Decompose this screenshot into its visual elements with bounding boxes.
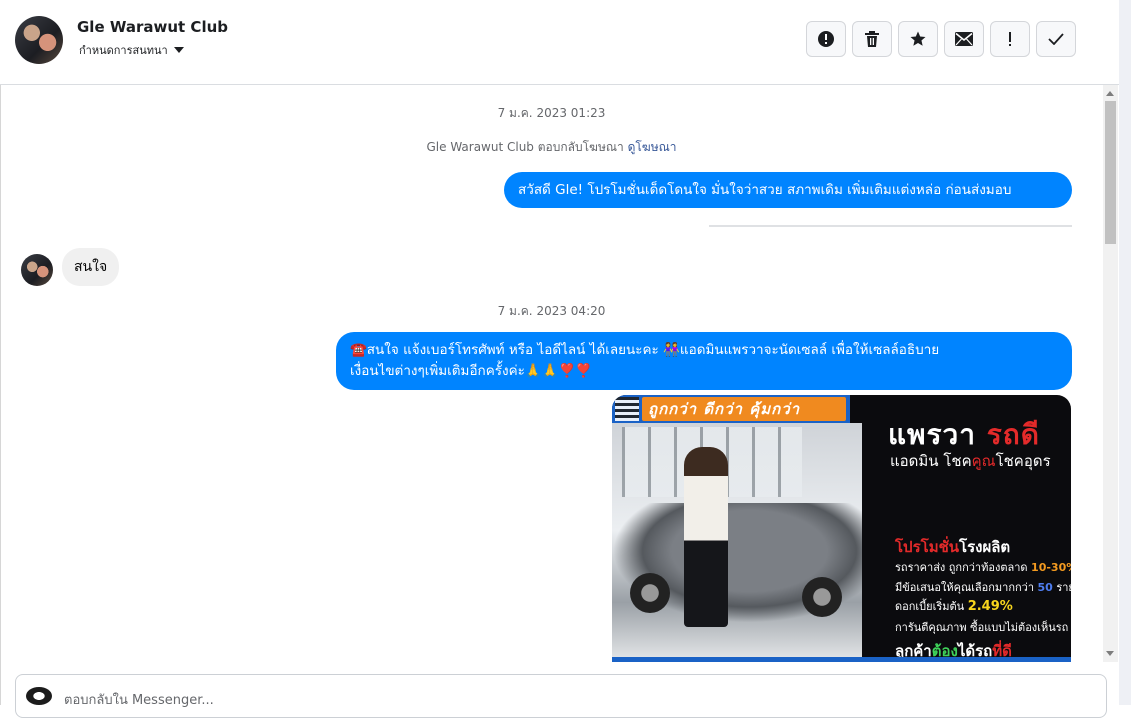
promo-top-banner: ถูกกว่า ดีกว่า คุ้มกว่า	[612, 395, 850, 423]
important-button[interactable]	[990, 21, 1030, 57]
heading-red: โปรโมชั่น	[895, 538, 960, 556]
promo-line: รถราคาส่ง ถูกกว่าท้องตลาด 10-30%	[895, 558, 1071, 576]
action-toolbar	[806, 21, 1076, 57]
wheel-shape	[802, 577, 842, 617]
exclamation-icon	[1009, 32, 1011, 46]
sub-white-2: โชคอุดร	[995, 452, 1051, 470]
exclamation-circle-icon	[818, 31, 834, 47]
incoming-message[interactable]: สนใจ	[62, 248, 120, 286]
promo-slogan: ถูกกว่า ดีกว่า คุ้มกว่า	[642, 397, 846, 421]
avatar[interactable]	[15, 16, 63, 64]
promo-highlight: 50	[1037, 581, 1053, 594]
promo-highlight: 2.49%	[967, 599, 1013, 614]
done-button[interactable]	[1036, 21, 1076, 57]
envelope-icon	[955, 32, 973, 46]
outgoing-message[interactable]: ☎️สนใจ แจ้งเบอร์โทรศัพท์ หรือ ไอดีไลน์ ไ…	[336, 332, 1072, 390]
caret-down-icon	[173, 47, 184, 53]
trash-icon	[865, 31, 879, 47]
message-line: เงื่อนไขต่างๆเพิ่มเติมอีกครั้งค่ะ🙏🙏❣️❣️	[350, 363, 593, 379]
sub-white: แอดมิน โชค	[890, 452, 972, 470]
delete-button[interactable]	[852, 21, 892, 57]
conversation-header: Gle Warawut Club กำหนดการสนทนา	[0, 0, 1119, 85]
promo-line: การันตีคุณภาพ ซื้อแบบไม่ต้องเห็นรถ	[895, 621, 1069, 634]
ad-reply-notice: Gle Warawut Club ตอบกลับโฆษณา ดูโฆษณา	[0, 138, 1103, 157]
star-icon	[910, 31, 926, 46]
brand-red: รถดี	[986, 418, 1040, 451]
spam-button[interactable]	[806, 21, 846, 57]
promo-line: ดอกเบี้ยเริ่มต้น 2.49%	[895, 597, 1013, 615]
promo-heading: โปรโมชั่นโรงผลิต	[895, 535, 1010, 559]
view-ad-link[interactable]: ดูโฆษณา	[628, 140, 677, 154]
page-edge	[1119, 0, 1131, 705]
wheel-shape	[630, 573, 670, 613]
sub-red: คูณ	[971, 452, 996, 470]
scroll-up-arrow-icon[interactable]	[1106, 91, 1114, 96]
reply-input[interactable]: ตอบกลับใน Messenger...	[15, 674, 1107, 718]
scroll-down-arrow-icon[interactable]	[1106, 651, 1114, 656]
sender-avatar[interactable]	[21, 254, 53, 286]
star-button[interactable]	[898, 21, 938, 57]
promo-highlight: 10-30%	[1031, 561, 1071, 574]
promo-line: มีข้อเสนอให้คุณเลือกมากกว่า 50 รายการ	[895, 578, 1071, 596]
conversation-settings-label: กำหนดการสนทนา	[79, 44, 168, 57]
reply-placeholder: ตอบกลับใน Messenger...	[64, 693, 214, 708]
qr-code-icon	[615, 397, 639, 421]
conversation-settings-dropdown[interactable]: กำหนดการสนทนา	[79, 41, 184, 59]
message-line: ☎️สนใจ แจ้งเบอร์โทรศัพท์ หรือ ไอดีไลน์ ไ…	[350, 342, 940, 358]
brand-white: แพรวา	[888, 418, 976, 451]
promo-subtitle: แอดมิน โชคคูณโชคอุดร	[890, 449, 1051, 473]
page-title[interactable]: Gle Warawut Club	[77, 18, 228, 36]
thread-scrollbar[interactable]	[1103, 85, 1118, 662]
promo-text: รายการ	[1056, 581, 1071, 594]
promo-bottom-strip	[612, 657, 1071, 662]
promo-text: ดอกเบี้ยเริ่มต้น	[895, 600, 968, 613]
outgoing-message[interactable]: สวัสดี Gle! โปรโมชั่นเด็ดโดนใจ มั่นใจว่า…	[504, 172, 1072, 208]
ad-reply-text: Gle Warawut Club ตอบกลับโฆษณา	[426, 140, 624, 154]
promo-text: รถราคาส่ง ถูกกว่าท้องตลาด	[895, 561, 1032, 574]
scrollbar-thumb[interactable]	[1105, 101, 1116, 244]
promo-image-attachment[interactable]: ถูกกว่า ดีกว่า คุ้มกว่า แพรวา รถดี แอดมิ…	[612, 395, 1071, 662]
heading-white: โรงผลิต	[959, 538, 1011, 556]
message-thread[interactable]: 7 ม.ค. 2023 01:23 Gle Warawut Club ตอบกล…	[0, 85, 1103, 662]
promo-text: มีข้อเสนอให้คุณเลือกมากกว่า	[895, 581, 1038, 594]
check-icon	[1048, 33, 1064, 45]
page-avatar	[26, 687, 52, 705]
presenter-photo	[684, 447, 728, 627]
timestamp: 7 ม.ค. 2023 01:23	[497, 106, 606, 120]
mark-unread-button[interactable]	[944, 21, 984, 57]
divider	[709, 225, 1072, 227]
timestamp: 7 ม.ค. 2023 04:20	[497, 304, 606, 318]
